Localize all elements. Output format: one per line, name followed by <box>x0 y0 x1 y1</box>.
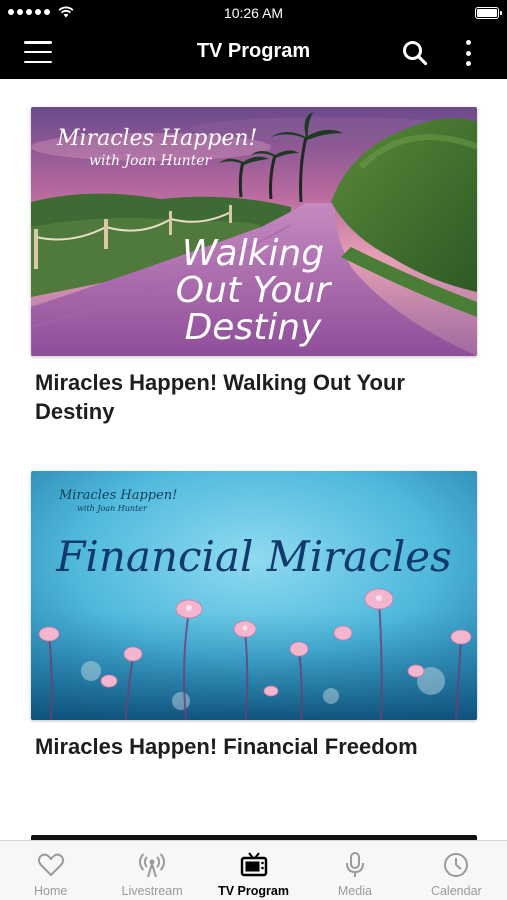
status-bar: 10:26 AM <box>0 0 507 26</box>
program-thumbnail[interactable]: Miracles Happen! with Joan Hunter Financ… <box>31 471 477 720</box>
tab-tv-program[interactable]: TV Program <box>203 841 304 900</box>
program-title[interactable]: Miracles Happen! Walking Out Your Destin… <box>31 368 477 426</box>
tab-label: Livestream <box>121 884 183 898</box>
walking-out-your-destiny-artwork: Miracles Happen! with Joan Hunter Walkin… <box>31 107 477 356</box>
headline: Financial Miracles <box>55 532 451 581</box>
tab-bar: Home Livestream TV Program Media Calenda… <box>0 840 507 900</box>
headline-line-2: Out Your <box>176 270 333 311</box>
tab-livestream[interactable]: Livestream <box>101 841 202 900</box>
status-time: 10:26 AM <box>223 5 284 21</box>
battery-icon <box>475 7 502 19</box>
headline-line-3: Destiny <box>185 307 323 348</box>
heart-icon <box>37 853 64 876</box>
brand-line-2: with Joan Hunter <box>77 504 148 513</box>
tab-label: TV Program <box>218 884 289 898</box>
page-title: TV Program <box>196 40 311 62</box>
program-thumbnail[interactable]: Miracles Happen! with Joan Hunter Walkin… <box>31 107 477 356</box>
brand-line-2: with Joan Hunter <box>89 153 213 169</box>
program-list: Miracles Happen! with Joan Hunter Walkin… <box>0 79 507 840</box>
tab-media[interactable]: Media <box>304 841 405 900</box>
brand-line-1: Miracles Happen! <box>56 126 257 151</box>
tab-home[interactable]: Home <box>0 841 101 900</box>
tab-calendar[interactable]: Calendar <box>406 841 507 900</box>
search-icon[interactable] <box>401 39 429 67</box>
program-card[interactable]: Miracles Happen! with Joan Hunter Walkin… <box>31 107 477 426</box>
brand-line-1: Miracles Happen! <box>58 488 177 503</box>
nav-bar: TV Program <box>0 26 507 79</box>
broadcast-icon <box>139 853 165 878</box>
tab-label: Media <box>337 884 372 898</box>
tv-icon <box>240 852 267 877</box>
financial-miracles-artwork: Miracles Happen! with Joan Hunter Financ… <box>31 471 477 720</box>
more-vertical-icon[interactable] <box>460 38 476 68</box>
headline-line-1: Walking <box>182 233 324 274</box>
tab-label: Home <box>34 884 68 898</box>
program-title[interactable]: Miracles Happen! Financial Freedom <box>31 732 477 761</box>
microphone-icon <box>345 852 364 877</box>
program-card[interactable]: Miracles Happen! with Joan Hunter Financ… <box>31 471 477 761</box>
tab-label: Calendar <box>430 884 482 898</box>
clock-icon <box>444 853 469 877</box>
